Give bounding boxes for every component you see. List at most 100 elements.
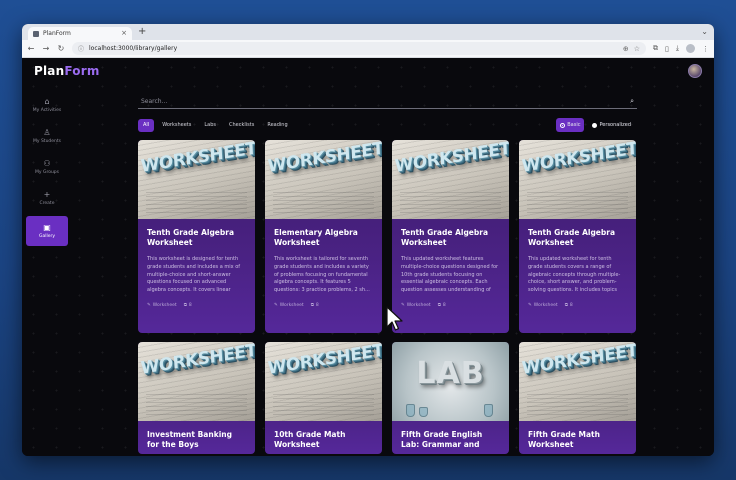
gallery-icon: ▣ — [43, 222, 51, 232]
card-type: Worksheet — [279, 302, 304, 308]
search-bar[interactable]: Search... ⌕ — [138, 94, 637, 109]
beaker-icon — [419, 407, 428, 417]
thumbnail-word: WORKSHEET — [394, 140, 509, 177]
card-thumbnail: WORKSHEET — [519, 140, 636, 219]
browser-toolbar: ← → ↻ ⓘ localhost:3000/library/gallery ⊕… — [22, 40, 714, 58]
filter-chip-worksheets[interactable]: Worksheets — [157, 119, 196, 132]
card-title: Investment Banking for the Boys — [147, 430, 232, 449]
app-root: PlanForm ⌂ My Activities ♙ My Students ⚇… — [22, 58, 714, 456]
copy-icon: ⧉ — [183, 303, 187, 308]
favicon-icon — [33, 30, 39, 37]
card-grid: WORKSHEET Tenth Grade Algebra Worksheet … — [138, 140, 637, 454]
url-text[interactable]: localhost:3000/library/gallery — [89, 45, 618, 52]
card-title: Elementary Algebra Worksheet — [274, 228, 358, 247]
sidebar-item-label: My Activities — [32, 107, 62, 113]
toggle-basic[interactable]: Basic — [556, 118, 585, 132]
browser-tab[interactable]: PlanForm × — [28, 27, 132, 40]
new-tab-button[interactable]: + — [138, 26, 146, 38]
gallery-card[interactable]: WORKSHEET 10th Grade Math Worksheet — [265, 342, 382, 454]
gallery-main: Search... ⌕ All Worksheets Labs Checklis… — [138, 94, 637, 454]
card-description: This updated worksheet for tenth grade s… — [528, 256, 621, 295]
thumbnail-word: WORKSHEET — [140, 140, 255, 177]
gallery-card[interactable]: WORKSHEET Tenth Grade Algebra Worksheet … — [392, 140, 509, 333]
extensions-icon[interactable]: ⧉ — [653, 44, 658, 53]
menu-icon[interactable]: ⋮ — [702, 45, 709, 53]
address-bar[interactable]: ⓘ localhost:3000/library/gallery ⊕ ☆ — [72, 42, 647, 55]
beaker-icon — [406, 404, 415, 417]
app-logo[interactable]: PlanForm — [34, 64, 100, 78]
card-meta: ✎ Worksheet ⧉ 8 — [528, 302, 627, 309]
back-icon[interactable]: ← — [27, 44, 35, 53]
pencil-icon: ✎ — [528, 302, 532, 308]
close-tab-icon[interactable]: × — [121, 30, 127, 37]
filter-chip-labs[interactable]: Labs — [199, 119, 221, 132]
gallery-card[interactable]: LAB Fifth Grade English Lab: Grammar and — [392, 342, 509, 454]
sidebar-item-gallery[interactable]: ▣ Gallery — [26, 216, 68, 246]
group-icon: ⚇ — [43, 158, 51, 168]
site-info-icon[interactable]: ⓘ — [78, 44, 84, 53]
card-description: This worksheet is designed for tenth gra… — [147, 256, 241, 295]
filter-chip-all[interactable]: All — [138, 118, 155, 132]
gallery-card[interactable]: WORKSHEET Tenth Grade Algebra Worksheet … — [519, 140, 636, 333]
card-thumbnail: LAB — [392, 342, 509, 421]
pencil-icon: ✎ — [274, 302, 278, 308]
reload-icon[interactable]: ↻ — [57, 44, 65, 53]
gallery-card[interactable]: WORKSHEET Fifth Grade Math Worksheet — [519, 342, 636, 454]
search-input[interactable]: Search... — [141, 98, 630, 105]
sidepanel-icon[interactable]: ▯ — [665, 45, 669, 53]
thumbnail-word: WORKSHEET — [267, 140, 382, 177]
forward-icon[interactable]: → — [42, 44, 50, 53]
sidebar-item-my-students[interactable]: ♙ My Students — [26, 121, 68, 151]
logo-text-plan: Plan — [34, 64, 65, 78]
card-thumbnail: WORKSHEET — [138, 342, 255, 421]
mouse-cursor-icon — [386, 306, 403, 331]
sidebar-item-my-activities[interactable]: ⌂ My Activities — [26, 90, 68, 120]
mode-toggle: Basic Personalized — [556, 118, 635, 132]
card-type: Worksheet — [152, 302, 177, 308]
thumbnail-word: WORKSHEET — [140, 342, 255, 379]
copy-icon: ⧉ — [310, 303, 314, 308]
filter-bar: All Worksheets Labs Checklists Reading B… — [138, 118, 637, 132]
gallery-card[interactable]: WORKSHEET Tenth Grade Algebra Worksheet … — [138, 140, 255, 333]
translate-icon[interactable]: ⊕ — [623, 45, 629, 53]
paper-lines-decoration — [273, 391, 374, 415]
user-avatar[interactable] — [688, 64, 702, 78]
radio-selected-icon — [560, 122, 566, 128]
card-type: Worksheet — [406, 302, 431, 308]
tab-search-icon[interactable]: ⌄ — [701, 26, 708, 38]
bookmark-star-icon[interactable]: ☆ — [634, 45, 640, 53]
thumbnail-word: WORKSHEET — [267, 342, 382, 379]
card-description: This updated worksheet features multiple… — [401, 256, 499, 295]
plus-icon: + — [43, 189, 51, 199]
thumbnail-word: WORKSHEET — [521, 140, 636, 177]
profile-icon[interactable] — [686, 44, 695, 53]
card-meta: ✎ Worksheet ⧉ 8 — [401, 302, 500, 309]
gallery-card[interactable]: WORKSHEET Investment Banking for the Boy… — [138, 342, 255, 454]
sidebar-item-create[interactable]: + Create — [26, 183, 68, 213]
card-count: 8 — [188, 302, 192, 308]
card-thumbnail: WORKSHEET — [138, 140, 255, 219]
card-title: Tenth Grade Algebra Worksheet — [401, 228, 489, 247]
paper-lines-decoration — [146, 189, 247, 213]
radio-icon — [592, 122, 598, 128]
card-title: Fifth Grade English Lab: Grammar and — [401, 430, 483, 449]
card-title: Tenth Grade Algebra Worksheet — [528, 228, 616, 247]
card-thumbnail: WORKSHEET — [519, 342, 636, 421]
download-icon[interactable]: ⤓ — [676, 44, 679, 53]
thumbnail-word: LAB — [416, 356, 485, 391]
sidebar-item-my-groups[interactable]: ⚇ My Groups — [26, 152, 68, 182]
sidebar-item-label: Create — [39, 200, 55, 206]
person-icon: ♙ — [43, 127, 51, 137]
toggle-personalized[interactable]: Personalized — [588, 118, 635, 132]
logo-text-form: Form — [64, 64, 100, 78]
filter-chip-checklists[interactable]: Checklists — [224, 119, 259, 132]
browser-window: PlanForm × + ⌄ ← → ↻ ⓘ localhost:3000/li… — [22, 24, 714, 456]
filter-chip-reading[interactable]: Reading — [262, 119, 292, 132]
thumbnail-word: WORKSHEET — [521, 342, 636, 379]
card-count: 8 — [315, 302, 319, 308]
card-description: This worksheet is tailored for seventh g… — [274, 256, 370, 294]
search-icon[interactable]: ⌕ — [630, 97, 634, 106]
gallery-card[interactable]: WORKSHEET Elementary Algebra Worksheet T… — [265, 140, 382, 333]
card-count: 8 — [442, 302, 446, 308]
app-header: PlanForm — [22, 58, 714, 88]
